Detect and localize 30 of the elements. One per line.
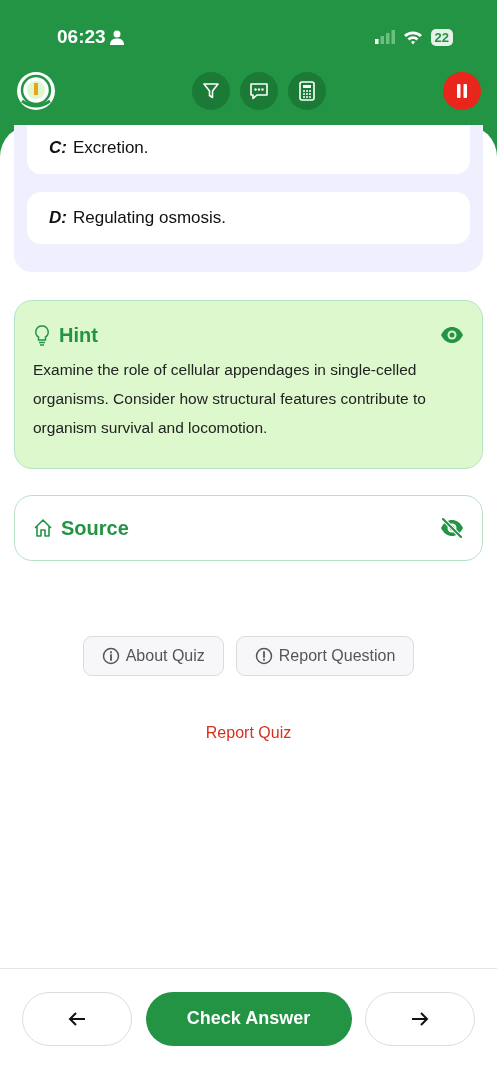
check-answer-button[interactable]: Check Answer xyxy=(145,991,352,1046)
arrow-right-icon xyxy=(411,1010,429,1027)
status-time: 06:23 xyxy=(57,26,106,48)
battery-indicator: 22 xyxy=(430,28,453,46)
filter-button[interactable] xyxy=(191,72,230,110)
answer-option[interactable]: D: Regulating osmosis. xyxy=(27,192,470,244)
filter-icon xyxy=(201,82,220,100)
signal-icon xyxy=(374,30,395,44)
action-button[interactable]: Report Question xyxy=(235,636,415,676)
info-icon xyxy=(101,647,120,665)
chat-icon xyxy=(248,82,269,100)
source-title: Source xyxy=(61,516,130,540)
hint-text: Examine the role of cellular appendages in single-celled organisms. Consider how structural features contribute to organism survival and locomotion. xyxy=(33,360,427,438)
calculator-button[interactable] xyxy=(287,72,326,110)
answer-option[interactable]: C: Excretion. xyxy=(27,125,470,174)
alert-icon xyxy=(254,647,273,665)
emblem-logo xyxy=(16,71,56,111)
calculator-icon xyxy=(298,81,315,101)
home-icon xyxy=(33,518,53,538)
comment-button[interactable] xyxy=(239,72,278,110)
arrow-left-icon xyxy=(68,1010,86,1027)
eye-slash-icon[interactable] xyxy=(440,516,464,540)
action-button[interactable]: About Quiz xyxy=(82,636,224,676)
pause-icon xyxy=(457,84,467,98)
wifi-icon xyxy=(402,29,423,45)
lightbulb-icon xyxy=(33,324,51,346)
hint-title: Hint xyxy=(59,323,99,347)
report-quiz-link[interactable]: Report Quiz xyxy=(205,724,292,742)
pause-button[interactable] xyxy=(443,72,481,110)
person-icon xyxy=(109,29,124,45)
